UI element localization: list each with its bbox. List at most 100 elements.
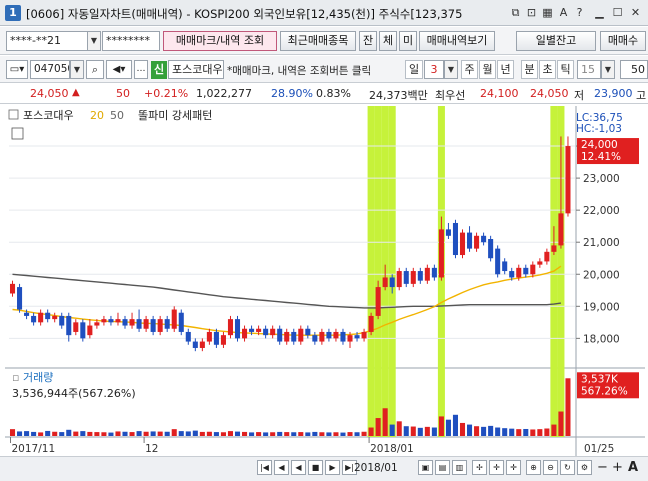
settings-icon[interactable]: ⚙	[577, 460, 592, 475]
unfilled-button[interactable]: 미	[399, 31, 417, 51]
grid-icon[interactable]: ▦	[540, 5, 555, 20]
search-icon[interactable]: ⌕	[86, 60, 104, 79]
volume-last-percent: 567.26%	[581, 385, 628, 397]
period-tab-second[interactable]: 초	[539, 60, 556, 79]
close-icon[interactable]: ✕	[628, 5, 643, 20]
candle-body	[340, 331, 346, 342]
last-price-label: 24,000	[581, 139, 618, 151]
volume-bar	[115, 431, 121, 436]
volume-bar	[157, 431, 163, 436]
prev-icon[interactable]: ◀	[291, 460, 306, 475]
period-tab-month[interactable]: 월	[479, 60, 496, 79]
account-field[interactable]: ****-**21	[6, 31, 88, 51]
app-icon: 1	[5, 5, 21, 21]
candle-body	[122, 319, 128, 326]
legend-checkbox-icon[interactable]	[8, 109, 19, 120]
help-icon[interactable]: ?	[572, 5, 587, 20]
volume-bar	[178, 431, 184, 436]
volume-ratio: 28.90%	[271, 87, 313, 100]
candle-body	[565, 146, 571, 214]
zoom-minus-button[interactable]: −	[597, 460, 608, 475]
stock-code-input[interactable]: 047050	[30, 60, 70, 79]
candle-body	[115, 319, 121, 323]
volume-bar	[347, 432, 353, 436]
volume-bar	[263, 432, 269, 436]
candle-body	[523, 267, 529, 275]
period-tab-year[interactable]: 년	[497, 60, 514, 79]
candle-body	[495, 248, 501, 275]
minimize-icon[interactable]: ▁	[592, 5, 607, 20]
daily-balance-button[interactable]: 일별잔고	[516, 31, 596, 51]
chart-canvas[interactable]: 24,000 23,000 22,000 21,000 20,000 19,000 18,0…	[5, 106, 645, 456]
high-label: 고	[636, 89, 647, 102]
password-field[interactable]: ********	[102, 31, 160, 51]
layout2-icon[interactable]: ▤	[435, 460, 450, 475]
volume-bar	[459, 422, 466, 436]
credit-badge: 신	[151, 61, 167, 79]
candle-body	[333, 331, 339, 339]
period-tab-tick[interactable]: 틱	[557, 60, 574, 79]
more-icon[interactable]: …	[134, 60, 148, 79]
trade-volume: 1,022,277	[196, 87, 252, 100]
maximize-icon[interactable]: ☐	[610, 5, 625, 20]
period-tab-week[interactable]: 주	[461, 60, 478, 79]
pin-icon[interactable]: ⊡	[524, 5, 539, 20]
volume-bar	[523, 428, 529, 436]
candle-body	[73, 322, 79, 332]
zoom-in-icon[interactable]: ⊕	[526, 460, 541, 475]
period-count-dropdown-icon[interactable]: ▼	[444, 60, 458, 79]
volume-bar	[38, 432, 44, 436]
volume-bar	[52, 431, 58, 436]
tick-count-input[interactable]: 15	[577, 60, 601, 79]
trade-history-button[interactable]: 매매내역보기	[419, 31, 495, 51]
stop-icon[interactable]: ■	[308, 460, 323, 475]
layout1-icon[interactable]: ▣	[418, 460, 433, 475]
window-list-icon[interactable]: ⧉	[508, 5, 523, 20]
candle-body	[249, 328, 255, 332]
candle-body	[403, 271, 409, 284]
volume-bar	[206, 431, 212, 436]
period-tab-day[interactable]: 일	[405, 60, 423, 79]
period-count-input[interactable]: 3	[424, 60, 444, 79]
font-a-button[interactable]: A	[628, 460, 638, 475]
candle-body	[431, 267, 437, 278]
zoom-plus-button[interactable]: +	[612, 460, 623, 475]
volume-bar	[171, 429, 177, 436]
volume-bar	[73, 431, 79, 436]
candle-body	[242, 328, 248, 339]
change-percent: +0.21%	[144, 87, 189, 100]
chart-type-icon[interactable]: ▭▾	[6, 60, 28, 79]
volume-bar	[234, 431, 241, 436]
stock-code-dropdown-icon[interactable]: ▼	[70, 60, 84, 79]
display-count-input[interactable]: 50	[620, 60, 648, 79]
tool2-icon[interactable]: ✛	[506, 460, 521, 475]
zoom-out-icon[interactable]: ⊖	[543, 460, 558, 475]
speaker-icon[interactable]: ◀▾	[106, 60, 132, 79]
refresh-icon[interactable]: ↻	[560, 460, 575, 475]
trade-more-button[interactable]: 매매수	[600, 31, 646, 51]
candle-body	[481, 235, 487, 243]
layout3-icon[interactable]: ▥	[452, 460, 467, 475]
tool-icon[interactable]: ✛	[489, 460, 504, 475]
balance-button[interactable]: 잔	[359, 31, 377, 51]
executed-button[interactable]: 체	[379, 31, 397, 51]
first-page-icon[interactable]: |◀	[257, 460, 272, 475]
next-icon[interactable]: ▶	[325, 460, 340, 475]
crosshair-icon[interactable]: ✢	[472, 460, 487, 475]
font-size-icon[interactable]: A	[556, 5, 571, 20]
volume-bar	[31, 431, 37, 436]
candle-body	[277, 328, 283, 342]
tick-count-dropdown-icon[interactable]: ▼	[601, 60, 615, 79]
stock-name-field[interactable]: 포스코대우	[168, 60, 224, 79]
prev-page-icon[interactable]: ◀	[274, 460, 289, 475]
stock-chart[interactable]: 24,000 23,000 22,000 21,000 20,000 19,000 18,0…	[5, 106, 645, 456]
recent-trades-button[interactable]: 최근매매종목	[280, 31, 356, 51]
candle-body	[347, 335, 353, 342]
account-dropdown-icon[interactable]: ▼	[87, 31, 101, 51]
trade-mark-query-button[interactable]: 매매마크/내역 조회	[163, 31, 277, 51]
table-toggle-icon[interactable]	[11, 127, 24, 140]
volume-bar	[382, 408, 388, 436]
volume-bar	[558, 411, 564, 436]
volume-bar	[396, 421, 402, 436]
period-tab-minute[interactable]: 분	[521, 60, 538, 79]
